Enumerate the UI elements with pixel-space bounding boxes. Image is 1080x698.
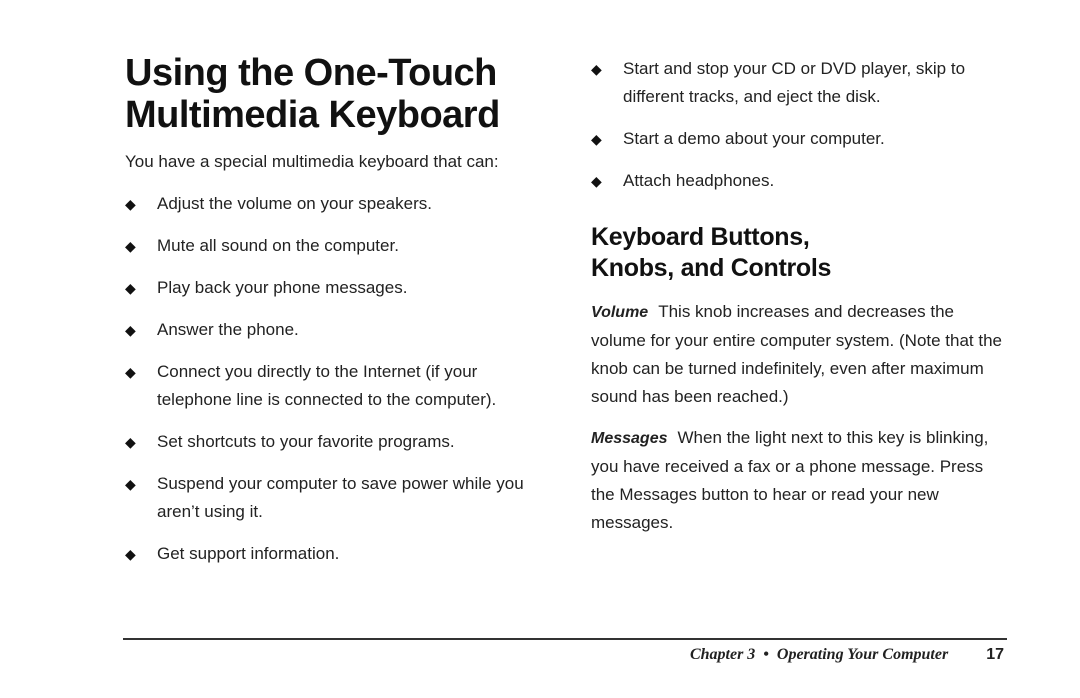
volume-term: Volume bbox=[591, 304, 649, 321]
list-item: ◆ Suspend your computer to save power whi… bbox=[125, 470, 535, 526]
list-item: ◆ Play back your phone messages. bbox=[125, 274, 535, 302]
list-item-text: Get support information. bbox=[157, 544, 340, 563]
list-item-text: Answer the phone. bbox=[157, 320, 299, 339]
messages-paragraph: Messages When the light next to this key … bbox=[591, 424, 1011, 537]
list-item-text: Connect you directly to the Internet (if… bbox=[157, 362, 497, 409]
title-line-1: Using the One-Touch bbox=[125, 52, 497, 94]
list-item-text: Attach headphones. bbox=[623, 171, 775, 190]
diamond-bullet-icon: ◆ bbox=[591, 61, 602, 77]
section-heading-line-2: Knobs, and Controls bbox=[591, 254, 832, 282]
list-item: ◆ Attach headphones. bbox=[591, 167, 1011, 195]
list-item-text: Start a demo about your computer. bbox=[623, 129, 885, 148]
diamond-bullet-icon: ◆ bbox=[125, 364, 136, 380]
diamond-bullet-icon: ◆ bbox=[125, 238, 136, 254]
diamond-bullet-icon: ◆ bbox=[125, 476, 136, 492]
list-item-text: Mute all sound on the computer. bbox=[157, 236, 399, 255]
left-bullet-list: ◆ Adjust the volume on your speakers. ◆ Mu… bbox=[125, 190, 535, 582]
intro-text: You have a special multimedia keyboard t… bbox=[125, 152, 499, 171]
diamond-bullet-icon: ◆ bbox=[591, 173, 602, 189]
page-footer: Chapter 3 • Operating Your Computer 17 bbox=[690, 646, 1004, 664]
diamond-bullet-icon: ◆ bbox=[125, 434, 136, 450]
page-number: 17 bbox=[986, 646, 1004, 663]
section-heading: Keyboard Buttons, Knobs, and Controls bbox=[591, 222, 831, 284]
list-item: ◆ Get support information. bbox=[125, 540, 535, 568]
title-line-2: Multimedia Keyboard bbox=[125, 94, 500, 136]
list-item: ◆ Set shortcuts to your favorite programs… bbox=[125, 428, 535, 456]
list-item: ◆ Adjust the volume on your speakers. bbox=[125, 190, 535, 218]
list-item: ◆ Start and stop your CD or DVD player, s… bbox=[591, 55, 1011, 111]
diamond-bullet-icon: ◆ bbox=[125, 546, 136, 562]
list-item-text: Start and stop your CD or DVD player, sk… bbox=[623, 59, 966, 106]
list-item-text: Suspend your computer to save power whil… bbox=[157, 474, 524, 521]
diamond-bullet-icon: ◆ bbox=[591, 131, 602, 147]
volume-paragraph: Volume This knob increases and decreases … bbox=[591, 298, 1011, 411]
footer-rule bbox=[123, 638, 1007, 640]
list-item: ◆ Answer the phone. bbox=[125, 316, 535, 344]
diamond-bullet-icon: ◆ bbox=[125, 280, 136, 296]
messages-term: Messages bbox=[591, 430, 668, 447]
chapter-label: Chapter 3 • Operating Your Computer bbox=[689, 646, 949, 663]
list-item: ◆ Mute all sound on the computer. bbox=[125, 232, 535, 260]
diamond-bullet-icon: ◆ bbox=[125, 196, 136, 212]
list-item-text: Adjust the volume on your speakers. bbox=[157, 194, 432, 213]
list-item: ◆ Start a demo about your computer. bbox=[591, 125, 1011, 153]
volume-description: This knob increases and decreases the vo… bbox=[591, 302, 1003, 406]
diamond-bullet-icon: ◆ bbox=[125, 322, 136, 338]
list-item: ◆ Connect you directly to the Internet (i… bbox=[125, 358, 535, 414]
section-heading-line-1: Keyboard Buttons, bbox=[591, 223, 810, 251]
list-item-text: Set shortcuts to your favorite programs. bbox=[157, 432, 455, 451]
right-bullet-list: ◆ Start and stop your CD or DVD player, s… bbox=[591, 55, 1011, 209]
list-item-text: Play back your phone messages. bbox=[157, 278, 408, 297]
page-title: Using the One-Touch Multimedia Keyboard bbox=[125, 52, 500, 136]
